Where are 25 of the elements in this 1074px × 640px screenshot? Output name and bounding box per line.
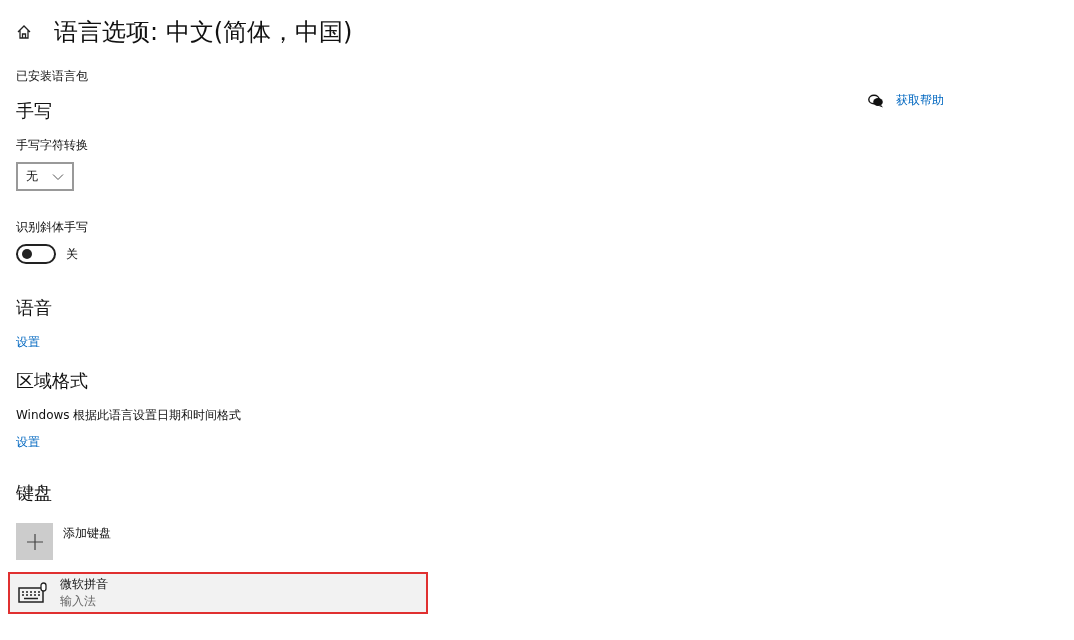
page-title: 语言选项: 中文(简体，中国) — [54, 17, 353, 48]
conversion-dropdown[interactable]: 无 — [16, 162, 74, 191]
get-help-link[interactable]: 获取帮助 — [868, 92, 944, 109]
add-keyboard-button[interactable] — [16, 523, 53, 560]
toggle-state-label: 关 — [66, 245, 78, 263]
section-heading: 区域格式 — [16, 369, 88, 393]
section-heading: 键盘 — [16, 481, 52, 505]
region-description: Windows 根据此语言设置日期和时间格式 — [16, 407, 242, 424]
add-keyboard-label: 添加键盘 — [63, 525, 111, 542]
field-label: 识别斜体手写 — [16, 219, 88, 236]
keyboard-icon — [18, 582, 48, 604]
chevron-down-icon — [52, 172, 64, 181]
keyboard-type: 输入法 — [60, 593, 97, 610]
section-heading: 手写 — [16, 99, 52, 123]
settings-link[interactable]: 设置 — [16, 434, 40, 451]
chat-bubbles-icon — [868, 93, 884, 108]
settings-link[interactable]: 设置 — [16, 334, 40, 351]
keyboard-name: 微软拼音 — [60, 576, 108, 593]
section-heading: 语音 — [16, 296, 52, 320]
toggle-switch[interactable] — [16, 244, 56, 264]
plus-icon — [26, 533, 43, 550]
language-pack-label: 已安装语言包 — [16, 68, 88, 85]
field-label: 手写字符转换 — [16, 137, 88, 154]
home-icon[interactable] — [16, 24, 32, 40]
keyboard-item[interactable]: 微软拼音 输入法 — [8, 572, 428, 614]
